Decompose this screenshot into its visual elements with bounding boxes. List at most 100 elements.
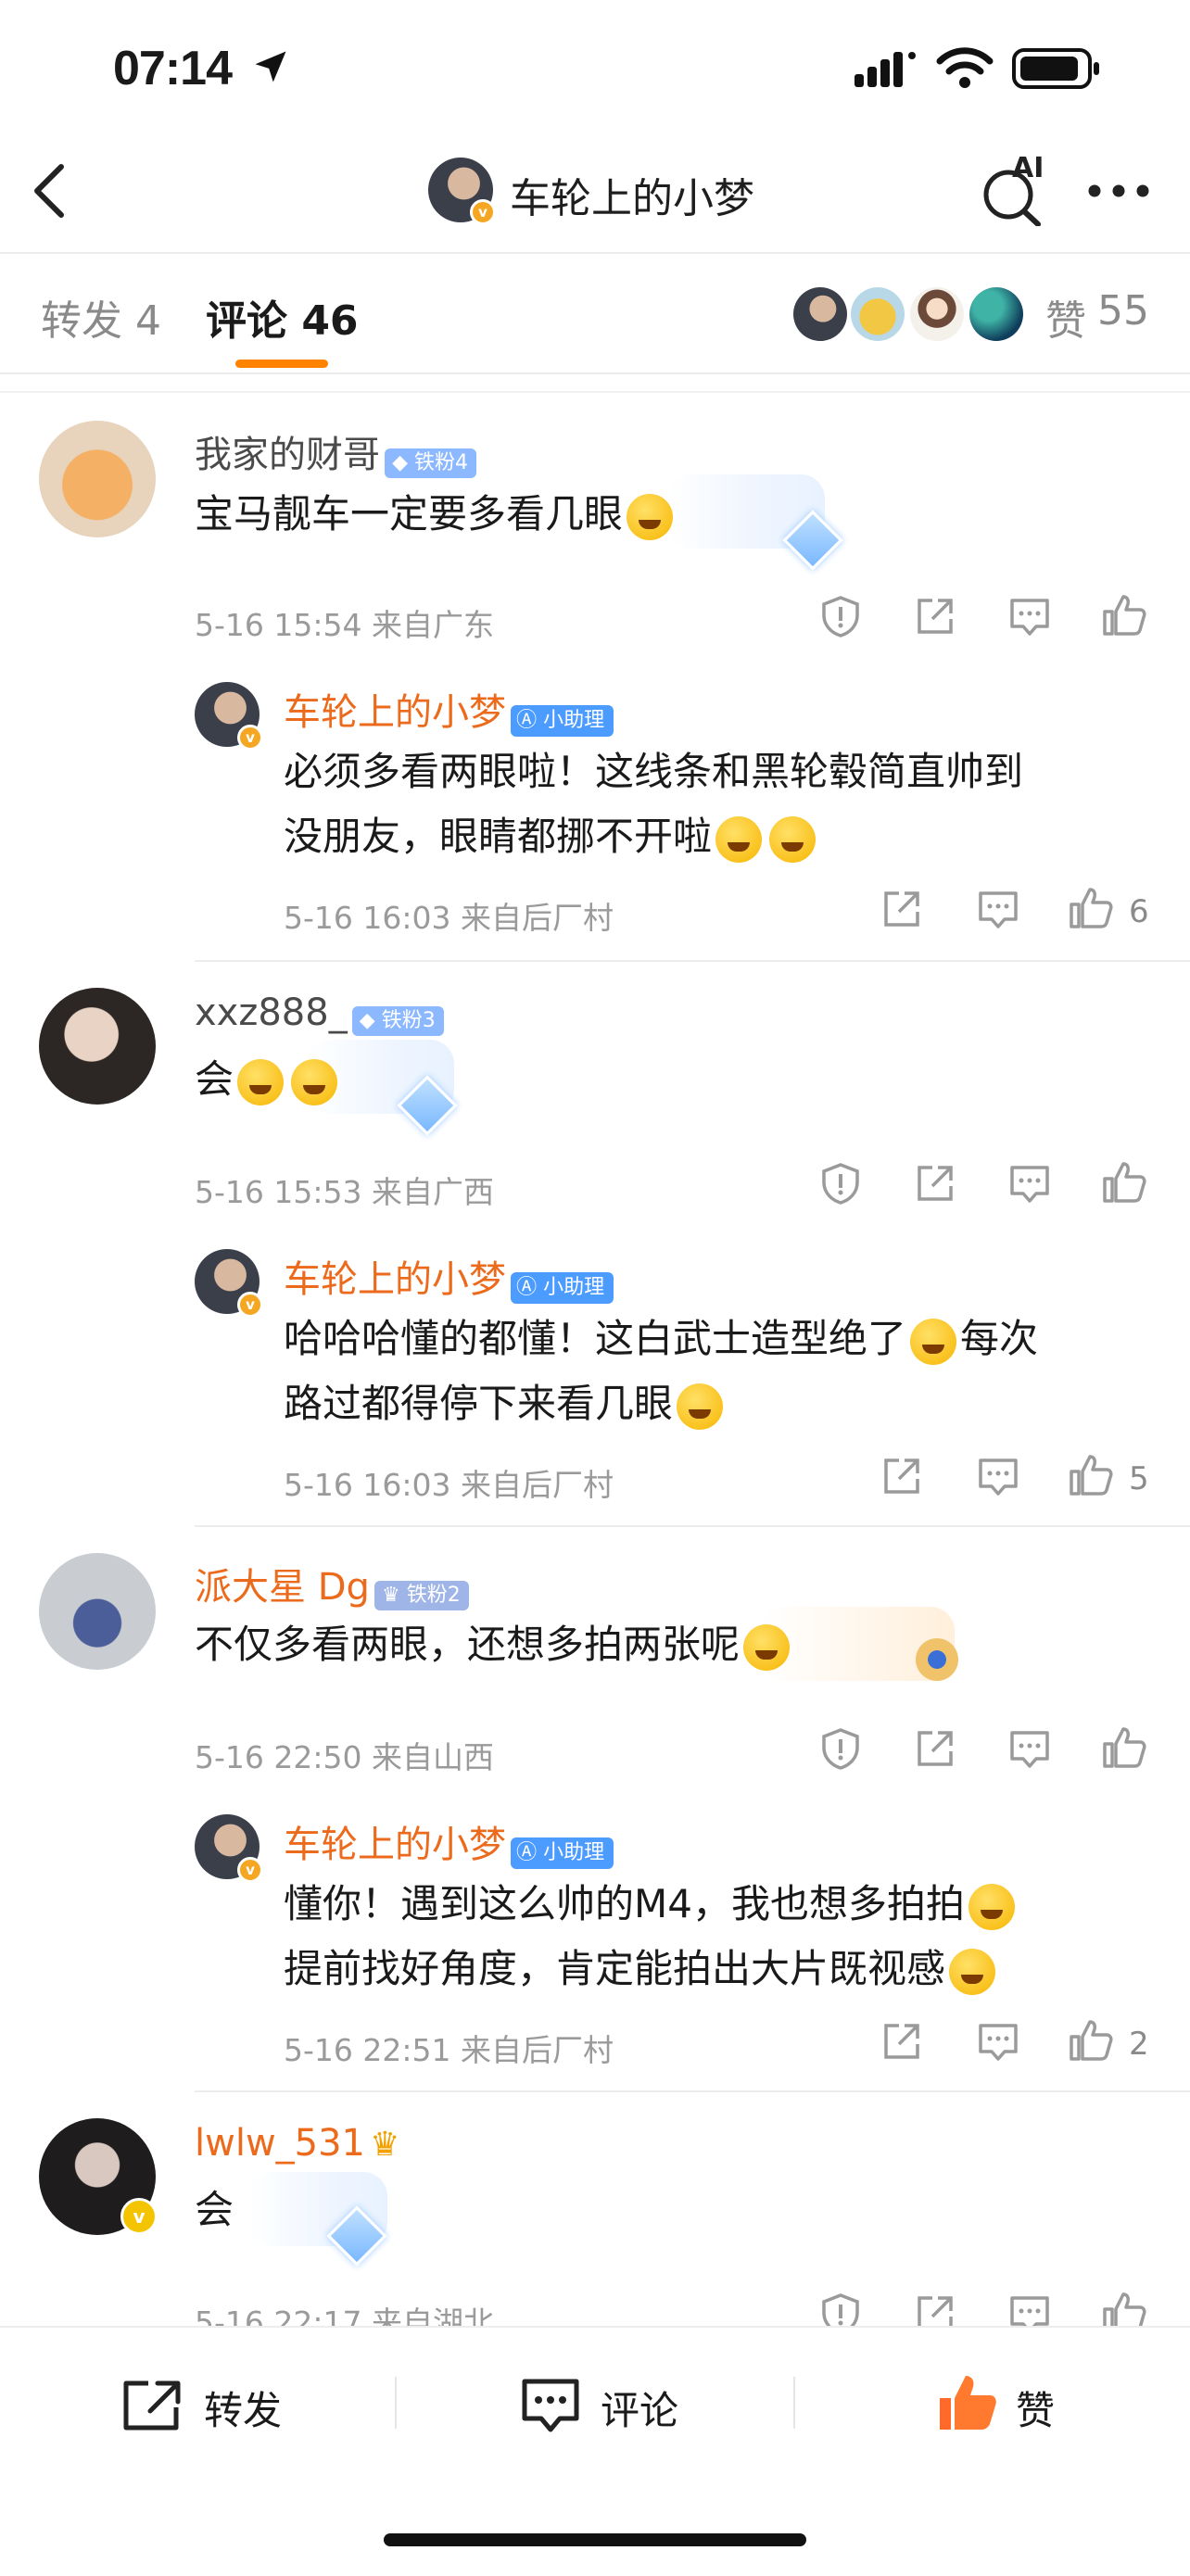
commenter-avatar[interactable]	[39, 1553, 156, 1670]
comment-header: 我家的财哥 ◆ 铁粉4	[195, 424, 477, 478]
comment-meta: 5-16 15:54 来自广东	[195, 600, 494, 645]
fan-badge-label: 铁粉3	[381, 1008, 436, 1032]
comment-username[interactable]: xxz888_	[195, 991, 348, 1034]
comment-location: 来自广东	[372, 607, 494, 643]
reply-text-line2: 提前找好角度，肯定能拍出大片既视感	[284, 1937, 999, 2001]
verified-badge-icon: v	[470, 199, 496, 225]
nav-divider	[0, 252, 1190, 254]
tabs-divider	[0, 373, 1190, 374]
share-icon[interactable]	[914, 595, 956, 638]
like-icon[interactable]	[1101, 1725, 1147, 1770]
verified-badge-icon: v	[237, 725, 263, 751]
reply-username[interactable]: 车轮上的小梦	[284, 691, 506, 734]
liker-avatar[interactable]	[851, 287, 905, 341]
comment-header: lwlw_531 ♛	[195, 2122, 399, 2165]
grinning-emoji-icon	[677, 1383, 724, 1430]
fan-badge-icon: ◆	[392, 450, 409, 474]
report-icon[interactable]	[819, 1727, 862, 1770]
battery-icon	[1012, 48, 1101, 89]
reply-text-line1: 必须多看两眼啦！这线条和黑轮毂简直帅到	[284, 749, 1024, 794]
like-icon[interactable]	[1068, 2018, 1114, 2063]
wifi-icon	[936, 46, 994, 89]
bar-separator	[395, 2377, 397, 2429]
comment-meta: 5-16 15:53 来自广西	[195, 1168, 494, 1212]
like-icon[interactable]	[1101, 1160, 1147, 1205]
share-icon[interactable]	[880, 2020, 923, 2063]
comment-username[interactable]: 我家的财哥	[195, 434, 380, 476]
crown-fan-icon: ♛	[382, 1583, 400, 1607]
reply-text-content: 懂你！遇到这么帅的M4，我也想多拍拍	[284, 1881, 965, 1926]
repost-button[interactable]: 转发	[204, 2380, 282, 2436]
laughing-emoji-icon	[627, 493, 674, 540]
comment-icon[interactable]	[519, 2376, 582, 2437]
grinning-emoji-icon	[743, 1623, 791, 1671]
back-arrow-icon[interactable]	[28, 161, 70, 221]
commenter-avatar[interactable]	[39, 988, 156, 1105]
tab-comment[interactable]: 评论 46	[206, 287, 359, 347]
comment-text-content: 会	[195, 1056, 234, 1102]
reply-text-content: 提前找好角度，肯定能拍出大片既视感	[284, 1946, 946, 1991]
like-button[interactable]: 赞	[1016, 2380, 1055, 2436]
report-icon[interactable]	[819, 1162, 862, 1205]
reply-icon[interactable]	[1008, 597, 1051, 638]
comment-location: 来自广西	[372, 1174, 494, 1210]
reply-username[interactable]: 车轮上的小梦	[284, 1258, 506, 1301]
nav-title[interactable]: 车轮上的小梦	[510, 165, 754, 224]
liker-avatar[interactable]	[793, 287, 847, 341]
status-time: 07:14	[113, 42, 233, 95]
fan-badge: ◆ 铁粉3	[351, 1005, 444, 1036]
starstruck-emoji-icon	[910, 1318, 957, 1365]
reply-text-content: 路过都得停下来看几眼	[284, 1381, 674, 1426]
comment-header: xxz888_ ◆ 铁粉3	[195, 991, 444, 1036]
comment-button[interactable]: 评论	[601, 2380, 678, 2436]
comment-text: 宝马靓车一定要多看几眼	[195, 482, 677, 547]
like-icon[interactable]	[1068, 1453, 1114, 1497]
fan-badge-label: 铁粉2	[406, 1583, 461, 1607]
reply-like-count: 5	[1129, 1460, 1149, 1497]
verified-badge-icon: v	[237, 1292, 263, 1318]
like-icon[interactable]	[1101, 593, 1147, 638]
repost-icon[interactable]	[120, 2378, 185, 2433]
reply-icon[interactable]	[1008, 1164, 1051, 1205]
comment-username[interactable]: 派大星 Dg	[195, 1566, 370, 1609]
reply-icon[interactable]	[1008, 1729, 1051, 1770]
more-options-icon[interactable]	[1086, 180, 1151, 202]
share-icon[interactable]	[914, 1727, 956, 1770]
comment-username[interactable]: lwlw_531	[195, 2122, 365, 2165]
like-icon[interactable]	[1068, 886, 1114, 930]
share-icon[interactable]	[880, 888, 923, 930]
tab-repost[interactable]: 转发 4	[41, 287, 161, 347]
commenter-avatar[interactable]	[39, 421, 156, 537]
grinning-emoji-icon	[237, 1058, 285, 1105]
home-indicator	[384, 2533, 806, 2546]
verified-badge-icon: v	[237, 1857, 263, 1883]
reply-header: 车轮上的小梦 Ⓐ 小助理	[284, 1814, 614, 1869]
fan-badge-label: 铁粉4	[414, 450, 469, 474]
reply-text-line2: 没朋友，眼睛都挪不开啦	[284, 804, 819, 869]
tab-like-label[interactable]: 赞	[1045, 287, 1086, 347]
reply-username[interactable]: 车轮上的小梦	[284, 1824, 506, 1866]
report-icon[interactable]	[819, 595, 862, 638]
ai-badge-icon: Ⓐ	[516, 1840, 538, 1864]
assistant-badge-label: 小助理	[543, 1840, 605, 1864]
share-icon[interactable]	[914, 1162, 956, 1205]
liker-avatar[interactable]	[969, 287, 1023, 341]
comment-divider	[195, 960, 1190, 962]
reply-text-content: 每次	[960, 1316, 1039, 1361]
reply-text-line1: 懂你！遇到这么帅的M4，我也想多拍拍	[284, 1872, 1019, 1937]
share-icon[interactable]	[880, 1455, 923, 1497]
assistant-badge-label: 小助理	[543, 1275, 605, 1299]
reply-icon[interactable]	[977, 1457, 1019, 1497]
reply-icon[interactable]	[977, 2022, 1019, 2063]
comment-text: 会	[195, 1047, 341, 1112]
like-filled-icon[interactable]	[936, 2372, 999, 2433]
reply-text-line2: 路过都得停下来看几眼	[284, 1371, 727, 1436]
liker-avatar[interactable]	[910, 287, 964, 341]
tab-like-count[interactable]: 55	[1097, 287, 1149, 335]
comment-text-content: 不仅多看两眼，还想多拍两张呢	[195, 1622, 741, 1667]
assistant-badge: Ⓐ 小助理	[511, 1837, 614, 1869]
tabs-divider-2	[0, 391, 1190, 393]
reply-icon[interactable]	[977, 890, 1019, 930]
laughing-emoji-icon	[769, 815, 817, 863]
cellular-signal-icon	[855, 48, 919, 89]
